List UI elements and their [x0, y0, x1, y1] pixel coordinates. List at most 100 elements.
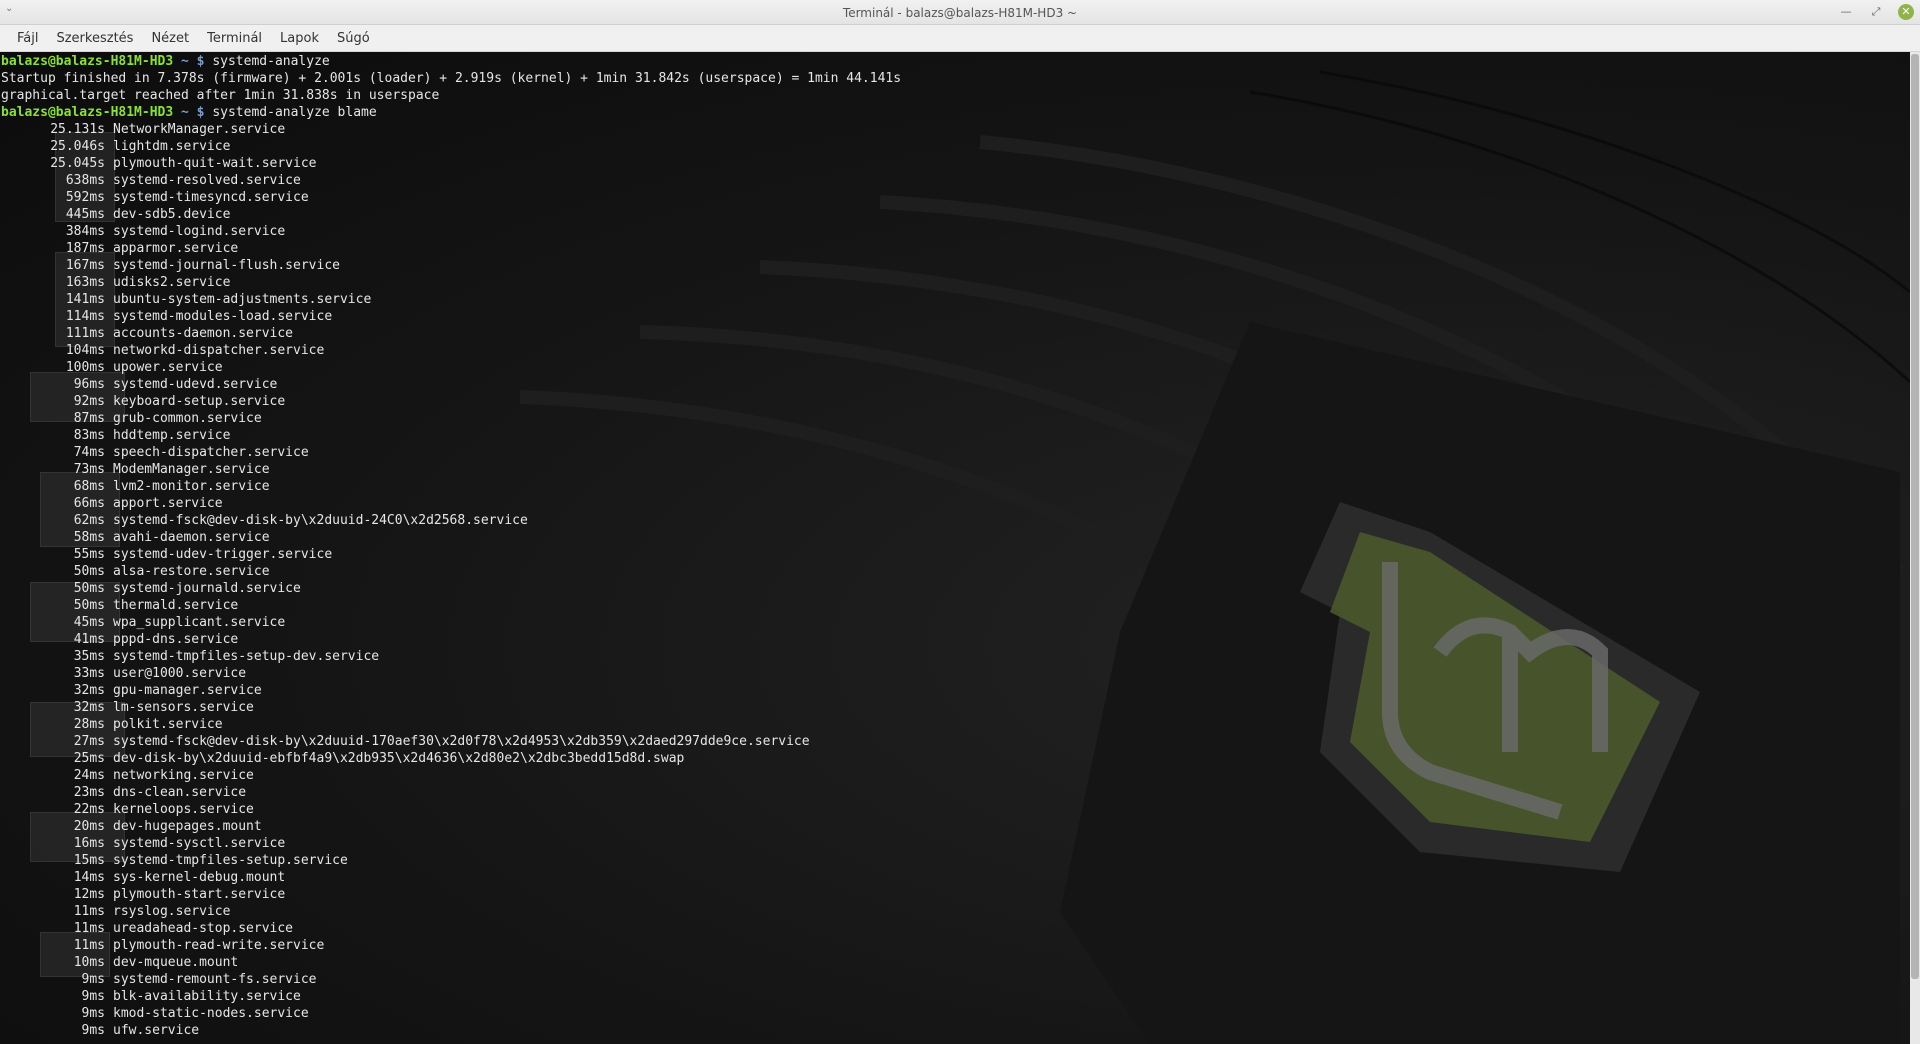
blame-time: 9ms	[81, 972, 105, 987]
blame-row: 25ms dev-disk-by\x2duuid-ebfbf4a9\x2db935…	[1, 750, 1890, 767]
blame-unit: dns-clean.service	[113, 785, 247, 800]
blame-row: 638ms systemd-resolved.service	[1, 172, 1890, 189]
blame-time: 74ms	[73, 445, 105, 460]
blame-unit: systemd-fsck@dev-disk-by\x2duuid-170aef3…	[113, 734, 810, 749]
blame-row: 96ms systemd-udevd.service	[1, 376, 1890, 393]
window-titlebar[interactable]: ⌄ Terminál - balazs@balazs-H81M-HD3 ~ — …	[0, 0, 1920, 25]
blame-unit: upower.service	[113, 360, 223, 375]
prompt-path: ~ $	[181, 54, 205, 69]
maximize-icon[interactable]: ⤢	[1868, 4, 1884, 20]
blame-unit: systemd-timesyncd.service	[113, 190, 309, 205]
blame-row: 10ms dev-mqueue.mount	[1, 954, 1890, 971]
menu-view[interactable]: Nézet	[142, 31, 198, 46]
menu-file[interactable]: Fájl	[8, 31, 47, 46]
blame-row: 83ms hddtemp.service	[1, 427, 1890, 444]
blame-time: 50ms	[73, 581, 105, 596]
blame-row: 111ms accounts-daemon.service	[1, 325, 1890, 342]
blame-unit: systemd-journal-flush.service	[113, 258, 340, 273]
blame-time: 35ms	[73, 649, 105, 664]
blame-time: 384ms	[65, 224, 105, 239]
blame-time: 23ms	[73, 785, 105, 800]
blame-unit: systemd-tmpfiles-setup.service	[113, 853, 348, 868]
blame-row: 41ms pppd-dns.service	[1, 631, 1890, 648]
blame-time: 50ms	[73, 598, 105, 613]
blame-time: 33ms	[73, 666, 105, 681]
terminal-scrollbar[interactable]	[1910, 52, 1920, 1044]
blame-row: 445ms dev-sdb5.device	[1, 206, 1890, 223]
blame-unit: systemd-fsck@dev-disk-by\x2duuid-24C0\x2…	[113, 513, 528, 528]
blame-row: 20ms dev-hugepages.mount	[1, 818, 1890, 835]
blame-unit: dev-mqueue.mount	[113, 955, 239, 970]
blame-unit: ModemManager.service	[113, 462, 270, 477]
prompt-user: balazs@balazs-H81M-HD3	[1, 105, 174, 120]
menu-bar: Fájl Szerkesztés Nézet Terminál Lapok Sú…	[0, 25, 1920, 52]
blame-row: 11ms rsyslog.service	[1, 903, 1890, 920]
prompt-path: ~ $	[181, 105, 205, 120]
blame-row: 32ms lm-sensors.service	[1, 699, 1890, 716]
blame-unit: ureadahead-stop.service	[113, 921, 294, 936]
blame-unit: systemd-resolved.service	[113, 173, 301, 188]
blame-unit: plymouth-start.service	[113, 887, 286, 902]
blame-unit: gpu-manager.service	[113, 683, 262, 698]
blame-unit: systemd-modules-load.service	[113, 309, 333, 324]
blame-row: 114ms systemd-modules-load.service	[1, 308, 1890, 325]
blame-row: 62ms systemd-fsck@dev-disk-by\x2duuid-24C…	[1, 512, 1890, 529]
menu-help[interactable]: Súgó	[328, 31, 379, 46]
blame-time: 100ms	[65, 360, 105, 375]
window-title: Terminál - balazs@balazs-H81M-HD3 ~	[842, 6, 1078, 20]
blame-time: 187ms	[65, 241, 105, 256]
blame-time: 167ms	[65, 258, 105, 273]
blame-unit: rsyslog.service	[113, 904, 231, 919]
blame-time: 25ms	[73, 751, 105, 766]
blame-row: 45ms wpa_supplicant.service	[1, 614, 1890, 631]
scrollbar-thumb[interactable]	[1911, 54, 1919, 979]
blame-unit: ufw.service	[113, 1023, 200, 1038]
blame-row: 11ms ureadahead-stop.service	[1, 920, 1890, 937]
menu-edit[interactable]: Szerkesztés	[47, 31, 142, 46]
blame-unit: speech-dispatcher.service	[113, 445, 309, 460]
blame-unit: systemd-logind.service	[113, 224, 286, 239]
blame-unit: thermald.service	[113, 598, 239, 613]
close-icon[interactable]: ✕	[1898, 4, 1914, 20]
blame-time: 28ms	[73, 717, 105, 732]
blame-unit: systemd-journald.service	[113, 581, 301, 596]
blame-time: 66ms	[73, 496, 105, 511]
blame-row: 100ms upower.service	[1, 359, 1890, 376]
blame-row: 384ms systemd-logind.service	[1, 223, 1890, 240]
blame-row: 66ms apport.service	[1, 495, 1890, 512]
menu-tabs[interactable]: Lapok	[271, 31, 328, 46]
blame-unit: blk-availability.service	[113, 989, 301, 1004]
prompt-user: balazs@balazs-H81M-HD3	[1, 54, 174, 69]
blame-time: 20ms	[73, 819, 105, 834]
blame-unit: lightdm.service	[113, 139, 231, 154]
blame-unit: plymouth-read-write.service	[113, 938, 325, 953]
blame-time: 83ms	[73, 428, 105, 443]
blame-row: 87ms grub-common.service	[1, 410, 1890, 427]
blame-row: 25.045s plymouth-quit-wait.service	[1, 155, 1890, 172]
minimize-icon[interactable]: —	[1838, 4, 1854, 20]
blame-row: 32ms gpu-manager.service	[1, 682, 1890, 699]
blame-unit: ubuntu-system-adjustments.service	[113, 292, 372, 307]
blame-unit: lvm2-monitor.service	[113, 479, 270, 494]
blame-row: 50ms thermald.service	[1, 597, 1890, 614]
terminal-output: balazs@balazs-H81M-HD3 ~ $ systemd-analy…	[1, 53, 1890, 1039]
blame-time: 41ms	[73, 632, 105, 647]
blame-time: 50ms	[73, 564, 105, 579]
blame-row: 35ms systemd-tmpfiles-setup-dev.service	[1, 648, 1890, 665]
blame-time: 62ms	[73, 513, 105, 528]
blame-row: 74ms speech-dispatcher.service	[1, 444, 1890, 461]
blame-row: 9ms systemd-remount-fs.service	[1, 971, 1890, 988]
blame-row: 58ms avahi-daemon.service	[1, 529, 1890, 546]
blame-row: 12ms plymouth-start.service	[1, 886, 1890, 903]
blame-row: 25.046s lightdm.service	[1, 138, 1890, 155]
menu-terminal[interactable]: Terminál	[198, 31, 271, 46]
blame-row: 14ms sys-kernel-debug.mount	[1, 869, 1890, 886]
blame-unit: sys-kernel-debug.mount	[113, 870, 286, 885]
blame-row: 16ms systemd-sysctl.service	[1, 835, 1890, 852]
blame-time: 14ms	[73, 870, 105, 885]
blame-time: 25.045s	[50, 156, 105, 171]
prompt-line: balazs@balazs-H81M-HD3 ~ $ systemd-analy…	[1, 104, 1890, 121]
terminal-view[interactable]: balazs@balazs-H81M-HD3 ~ $ systemd-analy…	[0, 52, 1910, 1044]
blame-time: 92ms	[73, 394, 105, 409]
blame-row: 104ms networkd-dispatcher.service	[1, 342, 1890, 359]
